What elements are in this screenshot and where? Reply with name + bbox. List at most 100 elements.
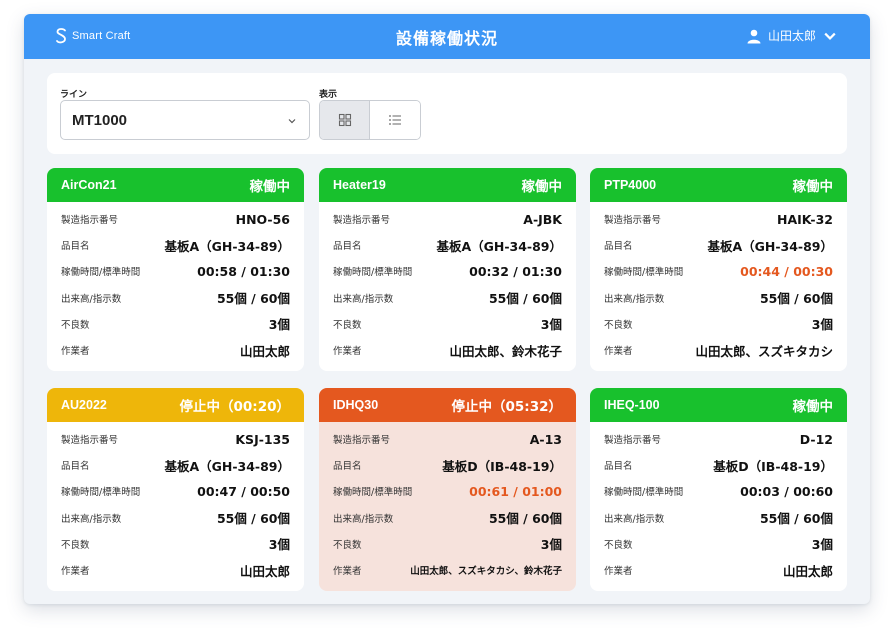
time-value: 00:32 / 01:30 [469, 263, 562, 279]
defects-value: 3個 [811, 317, 833, 333]
user-name: 山田太郎 [767, 29, 816, 43]
order-row: 製造指示番号 HNO-56 [61, 206, 290, 232]
output-row: 出来高/指示数 55個 / 60個 [333, 505, 562, 531]
defects-row: 不良数 3個 [333, 531, 562, 557]
time-row: 稼働時間/標準時間 00:58 / 01:30 [61, 258, 290, 284]
time-label: 稼働時間/標準時間 [333, 267, 413, 279]
machine-card[interactable]: IDHQ30 停止中（05:32） 製造指示番号 A-13 品目名 基板D（IB-4… [319, 388, 576, 591]
list-view-icon [389, 115, 401, 125]
machine-status: 稼働中 [792, 399, 834, 415]
order-row: 製造指示番号 A-13 [333, 426, 562, 452]
page-title: 設備稼働状況 [395, 29, 498, 48]
machine-status: 稼働中 [792, 179, 834, 195]
output-value: 55個 / 60個 [216, 511, 290, 527]
machine-card[interactable]: AU2022 停止中（00:20） 製造指示番号 KSJ-135 品目名 基板A（G… [47, 388, 304, 591]
defects-row: 不良数 3個 [333, 311, 562, 337]
product-label: 品目名 [61, 241, 90, 253]
worker-label: 作業者 [333, 346, 362, 358]
grid-view-icon [338, 113, 351, 127]
card-header: IDHQ30 停止中（05:32） [319, 388, 576, 422]
time-label: 稼働時間/標準時間 [604, 267, 684, 279]
product-value: 基板A（GH-34-89） [164, 458, 290, 474]
output-row: 出来高/指示数 55個 / 60個 [604, 285, 833, 311]
machine-name: PTP4000 [604, 178, 657, 192]
worker-row: 作業者 山田太郎 [61, 337, 290, 363]
order-label: 製造指示番号 [333, 435, 391, 447]
machine-status: 稼働中 [249, 179, 291, 195]
output-label: 出来高/指示数 [333, 513, 394, 525]
order-value: D-12 [799, 431, 833, 447]
worker-label: 作業者 [61, 346, 90, 358]
defects-value: 3個 [540, 537, 562, 553]
machine-status: 停止中（05:32） [451, 399, 562, 415]
machine-card[interactable]: PTP4000 稼働中 製造指示番号 HAIK-32 品目名 基板A（GH-34-8… [590, 168, 847, 371]
output-label: 出来高/指示数 [604, 293, 665, 305]
worker-value: 山田太郎 [239, 563, 290, 579]
machine-card[interactable]: Heater19 稼働中 製造指示番号 A-JBK 品目名 基板A（GH-34-89… [319, 168, 576, 371]
defects-label: 不良数 [61, 319, 90, 331]
list-view-button[interactable] [370, 101, 420, 139]
order-label: 製造指示番号 [333, 215, 391, 227]
time-value: 00:44 / 00:30 [740, 263, 833, 279]
product-label: 品目名 [604, 241, 633, 253]
card-header: Heater19 稼働中 [319, 168, 576, 202]
product-value: 基板A（GH-34-89） [164, 238, 290, 254]
chevron-down-icon [288, 119, 296, 124]
worker-row: 作業者 山田太郎 [604, 557, 833, 583]
card-header: PTP4000 稼働中 [590, 168, 847, 202]
product-label: 品目名 [604, 461, 633, 473]
time-row: 稼働時間/標準時間 00:03 / 00:60 [604, 478, 833, 504]
defects-label: 不良数 [604, 539, 633, 551]
grid-view-button[interactable] [320, 101, 371, 139]
worker-row: 作業者 山田太郎、鈴木花子 [333, 337, 562, 363]
defects-value: 3個 [268, 317, 290, 333]
output-value: 55個 / 60個 [488, 511, 562, 527]
defects-label: 不良数 [333, 539, 362, 551]
machine-status: 停止中（00:20） [179, 399, 290, 415]
output-value: 55個 / 60個 [759, 511, 833, 527]
machine-card[interactable]: AirCon21 稼働中 製造指示番号 HNO-56 品目名 基板A（GH-34-8… [47, 168, 304, 371]
product-label: 品目名 [61, 461, 90, 473]
time-label: 稼働時間/標準時間 [61, 267, 141, 279]
header-bar: Smart Craft 設備稼働状況 山田太郎 [24, 14, 870, 59]
order-row: 製造指示番号 KSJ-135 [61, 426, 290, 452]
worker-row: 作業者 山田太郎、スズキタカシ、鈴木花子 [333, 557, 562, 583]
product-row: 品目名 基板D（IB-48-19） [604, 452, 833, 478]
order-row: 製造指示番号 D-12 [604, 426, 833, 452]
time-label: 稼働時間/標準時間 [61, 487, 141, 499]
time-row: 稼働時間/標準時間 00:32 / 01:30 [333, 258, 562, 284]
time-row: 稼働時間/標準時間 00:44 / 00:30 [604, 258, 833, 284]
order-label: 製造指示番号 [61, 435, 119, 447]
worker-value: 山田太郎、スズキタカシ、鈴木花子 [410, 566, 562, 578]
worker-label: 作業者 [61, 566, 90, 578]
product-value: 基板D（IB-48-19） [442, 458, 562, 474]
order-value: HNO-56 [235, 211, 290, 227]
output-value: 55個 / 60個 [216, 291, 290, 307]
defects-row: 不良数 3個 [61, 531, 290, 557]
defects-value: 3個 [268, 537, 290, 553]
product-row: 品目名 基板A（GH-34-89） [333, 232, 562, 258]
output-label: 出来高/指示数 [61, 513, 122, 525]
machine-status: 稼働中 [521, 179, 563, 195]
defects-label: 不良数 [604, 319, 633, 331]
order-label: 製造指示番号 [61, 215, 119, 227]
time-value: 00:03 / 00:60 [740, 483, 833, 499]
output-label: 出来高/指示数 [333, 293, 394, 305]
user-menu[interactable]: 山田太郎 [746, 27, 838, 44]
order-value: HAIK-32 [777, 211, 833, 227]
time-row: 稼働時間/標準時間 00:47 / 00:50 [61, 478, 290, 504]
order-value: A-JBK [523, 211, 562, 227]
defects-value: 3個 [811, 537, 833, 553]
line-select[interactable]: MT1000 [60, 100, 310, 140]
time-label: 稼働時間/標準時間 [333, 487, 413, 499]
worker-row: 作業者 山田太郎、スズキタカシ [604, 337, 833, 363]
time-row: 稼働時間/標準時間 00:61 / 01:00 [333, 478, 562, 504]
line-label: ライン [60, 90, 88, 100]
output-row: 出来高/指示数 55個 / 60個 [61, 285, 290, 311]
view-label: 表示 [319, 90, 338, 100]
machine-card[interactable]: IHEQ-100 稼働中 製造指示番号 D-12 品目名 基板D（IB-48-19）… [590, 388, 847, 591]
product-row: 品目名 基板A（GH-34-89） [604, 232, 833, 258]
output-label: 出来高/指示数 [604, 513, 665, 525]
time-label: 稼働時間/標準時間 [604, 487, 684, 499]
card-header: IHEQ-100 稼働中 [590, 388, 847, 422]
